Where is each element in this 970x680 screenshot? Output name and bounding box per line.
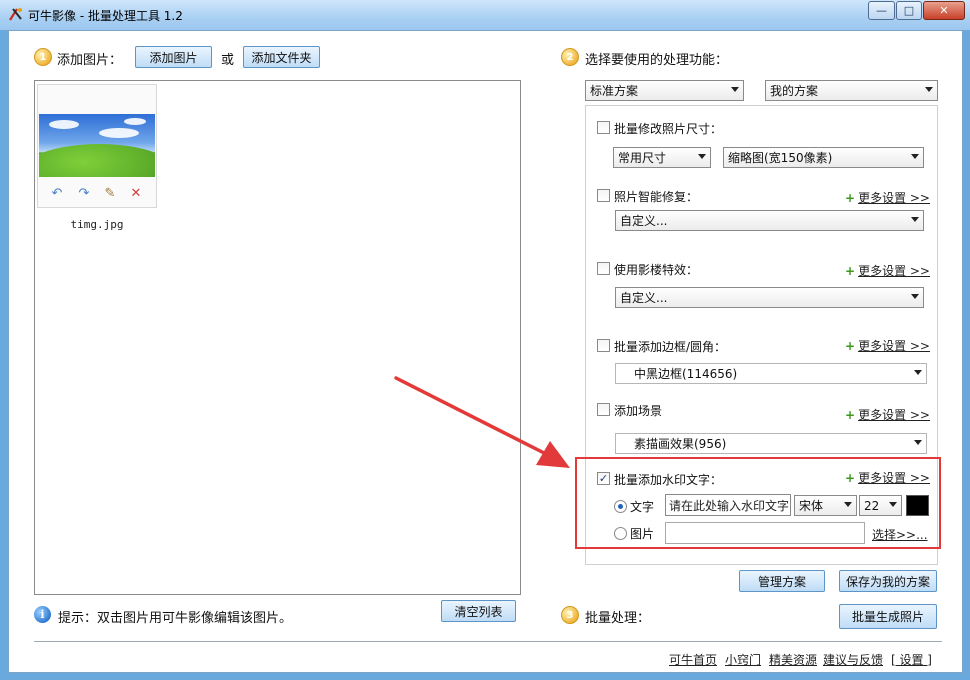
hint-text: 提示：双击图片用可牛影像编辑该图片。: [58, 611, 293, 626]
add-image-button[interactable]: 添加图片: [135, 46, 212, 68]
effects-more-text: 更多设置 >>: [858, 264, 930, 278]
chevron-down-icon: [731, 87, 739, 92]
repair-checkbox[interactable]: [597, 189, 610, 202]
chevron-down-icon: [911, 217, 919, 222]
edit-icon[interactable]: ✎: [103, 186, 117, 201]
border-label: 批量添加边框/圆角：: [614, 340, 727, 354]
footer-link-tips[interactable]: 小窍门: [725, 651, 761, 668]
plus-icon: +: [845, 339, 856, 353]
footer-link-feedback[interactable]: 建议与反馈: [823, 651, 883, 668]
repair-value: 自定义...: [620, 214, 668, 228]
footer-link-home[interactable]: 可牛首页: [669, 651, 717, 668]
step-1-label: 添加图片：: [57, 53, 123, 68]
effects-value: 自定义...: [620, 291, 668, 305]
rotate-right-icon[interactable]: ↷: [77, 186, 91, 201]
effects-select[interactable]: 自定义...: [615, 287, 924, 308]
border-more-text: 更多设置 >>: [858, 339, 930, 353]
standard-scheme-value: 标准方案: [590, 84, 639, 98]
info-icon: i: [34, 606, 51, 623]
standard-scheme-select[interactable]: 标准方案: [585, 80, 744, 101]
chevron-down-icon: [914, 370, 922, 375]
chevron-down-icon: [925, 87, 933, 92]
my-scheme-value: 我的方案: [770, 84, 819, 98]
scene-value: 素描画效果(956): [634, 437, 727, 451]
effects-checkbox[interactable]: [597, 262, 610, 275]
repair-more-text: 更多设置 >>: [858, 191, 930, 205]
scene-label: 添加场景: [614, 404, 663, 418]
plus-icon: +: [845, 191, 856, 205]
scene-select[interactable]: 素描画效果(956): [615, 433, 927, 454]
window-title: 可牛影像 - 批量处理工具 1.2: [28, 9, 183, 23]
repair-label: 照片智能修复：: [614, 190, 699, 204]
step-3-badge: 3: [561, 606, 579, 624]
file-name: timg.jpg: [70, 218, 124, 231]
my-scheme-select[interactable]: 我的方案: [765, 80, 938, 101]
footer-link-settings[interactable]: [ 设置 ]: [891, 651, 932, 668]
size-mode-value: 常用尺寸: [618, 151, 667, 165]
effects-label: 使用影楼特效：: [614, 263, 699, 277]
chevron-down-icon: [911, 294, 919, 299]
plus-icon: +: [845, 264, 856, 278]
generate-photos-button[interactable]: 批量生成照片: [839, 604, 937, 629]
add-folder-button[interactable]: 添加文件夹: [243, 46, 320, 68]
delete-icon[interactable]: ✕: [129, 186, 143, 201]
save-scheme-button[interactable]: 保存为我的方案: [839, 570, 937, 592]
annotation-arrow-icon: [394, 376, 570, 468]
border-more-settings-link[interactable]: + 更多设置 >>: [845, 337, 930, 354]
repair-more-settings-link[interactable]: + 更多设置 >>: [845, 189, 930, 206]
minimize-button[interactable]: —: [868, 1, 895, 20]
size-mode-select[interactable]: 常用尺寸: [613, 147, 711, 168]
step-2-label: 选择要使用的处理功能：: [585, 53, 729, 68]
app-logo-icon: [9, 8, 22, 21]
annotation-highlight-box: [575, 457, 941, 549]
thumbnail-image[interactable]: [39, 114, 155, 177]
step-2-badge: 2: [561, 48, 579, 66]
maximize-button[interactable]: □: [896, 1, 922, 20]
effects-more-settings-link[interactable]: + 更多设置 >>: [845, 262, 930, 279]
size-value: 缩略图(宽150像素): [728, 151, 833, 165]
scene-more-text: 更多设置 >>: [858, 408, 930, 422]
chevron-down-icon: [698, 154, 706, 159]
or-text: 或: [221, 53, 235, 68]
step-3-label: 批量处理：: [585, 611, 651, 626]
footer-divider: [34, 641, 942, 642]
chevron-down-icon: [914, 440, 922, 445]
close-button[interactable]: ✕: [923, 1, 965, 20]
resize-label: 批量修改照片尺寸：: [614, 122, 723, 136]
border-select[interactable]: 中黑边框(114656): [615, 363, 927, 384]
manage-scheme-button[interactable]: 管理方案: [739, 570, 825, 592]
footer-link-resources[interactable]: 精美资源: [769, 651, 817, 668]
clear-list-button[interactable]: 清空列表: [441, 600, 516, 622]
border-checkbox[interactable]: [597, 339, 610, 352]
scene-more-settings-link[interactable]: + 更多设置 >>: [845, 406, 930, 423]
scene-checkbox[interactable]: [597, 403, 610, 416]
step-1-badge: 1: [34, 48, 52, 66]
title-bar[interactable]: 可牛影像 - 批量处理工具 1.2 — □ ✕: [0, 0, 970, 30]
border-value: 中黑边框(114656): [634, 367, 738, 381]
repair-select[interactable]: 自定义...: [615, 210, 924, 231]
resize-checkbox[interactable]: [597, 121, 610, 134]
plus-icon: +: [845, 408, 856, 422]
size-value-select[interactable]: 缩略图(宽150像素): [723, 147, 924, 168]
chevron-down-icon: [911, 154, 919, 159]
rotate-left-icon[interactable]: ↶: [50, 186, 64, 201]
